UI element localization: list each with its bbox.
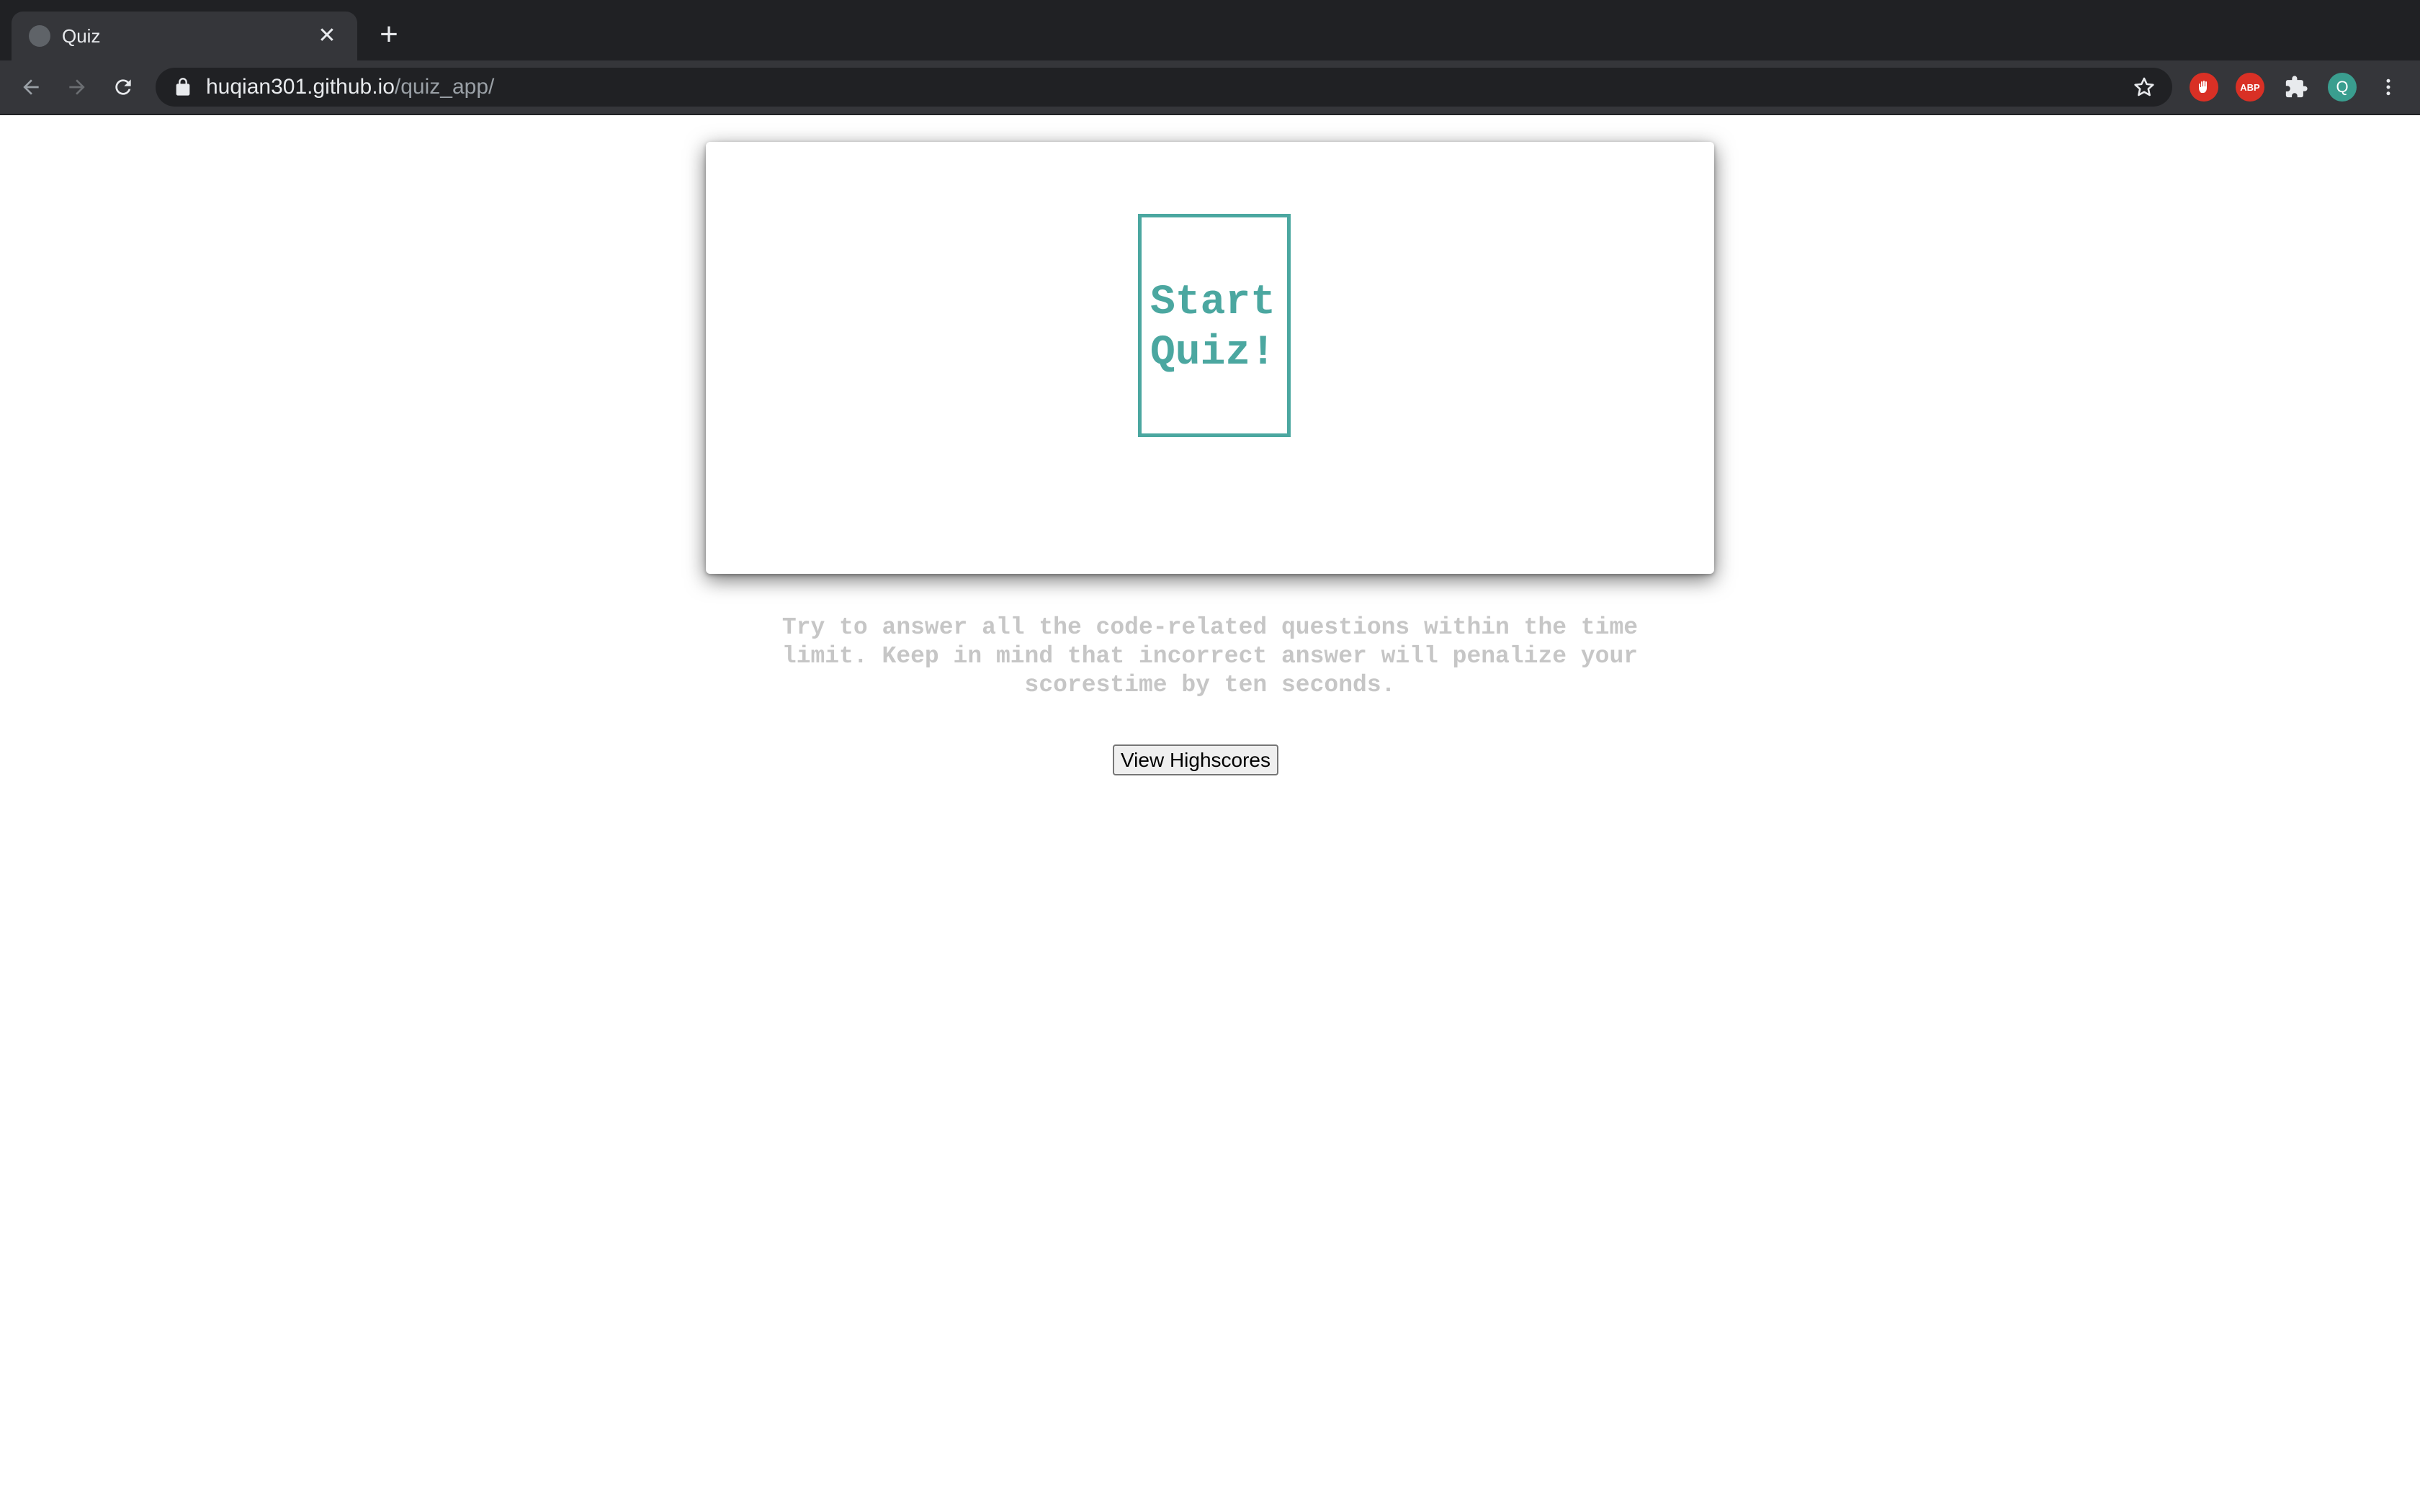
profile-avatar[interactable]: Q bbox=[2328, 73, 2357, 102]
puzzle-icon bbox=[2285, 76, 2308, 98]
browser-tab[interactable]: Quiz ✕ bbox=[12, 12, 357, 60]
lock-icon bbox=[176, 78, 190, 96]
url-text: huqian301.github.io/quiz_app/ bbox=[206, 75, 2132, 99]
more-vertical-icon bbox=[2386, 78, 2390, 96]
extensions-puzzle-icon[interactable] bbox=[2282, 73, 2311, 102]
tab-title: Quiz bbox=[62, 24, 101, 47]
view-highscores-button[interactable]: View Highscores bbox=[1113, 744, 1278, 775]
hand-icon bbox=[2199, 81, 2207, 93]
reload-button[interactable] bbox=[107, 71, 140, 104]
url-path: /quiz_app/ bbox=[394, 75, 495, 99]
url-host: huqian301.github.io bbox=[206, 75, 395, 99]
block-extension-icon[interactable] bbox=[2190, 73, 2218, 102]
start-quiz-button[interactable]: Start Quiz! bbox=[1138, 214, 1291, 437]
quiz-instructions: Try to answer all the code-related quest… bbox=[781, 614, 1639, 698]
address-bar[interactable]: huqian301.github.io/quiz_app/ bbox=[156, 68, 2172, 107]
browser-menu-button[interactable] bbox=[2374, 73, 2403, 102]
bookmark-star-icon[interactable] bbox=[2132, 75, 2156, 99]
quiz-card: Start Quiz! bbox=[706, 142, 1714, 574]
forward-button[interactable] bbox=[60, 71, 94, 104]
browser-tab-strip: Quiz ✕ + bbox=[0, 0, 2420, 60]
close-tab-icon[interactable]: ✕ bbox=[314, 23, 340, 49]
browser-toolbar: huqian301.github.io/quiz_app/ ABP Q bbox=[0, 60, 2420, 115]
adblock-plus-icon[interactable]: ABP bbox=[2236, 73, 2264, 102]
reload-icon bbox=[115, 79, 131, 95]
globe-icon bbox=[29, 25, 50, 47]
arrow-left-icon bbox=[23, 79, 39, 95]
arrow-right-icon bbox=[69, 79, 85, 95]
new-tab-button[interactable]: + bbox=[372, 17, 406, 52]
back-button[interactable] bbox=[14, 71, 48, 104]
